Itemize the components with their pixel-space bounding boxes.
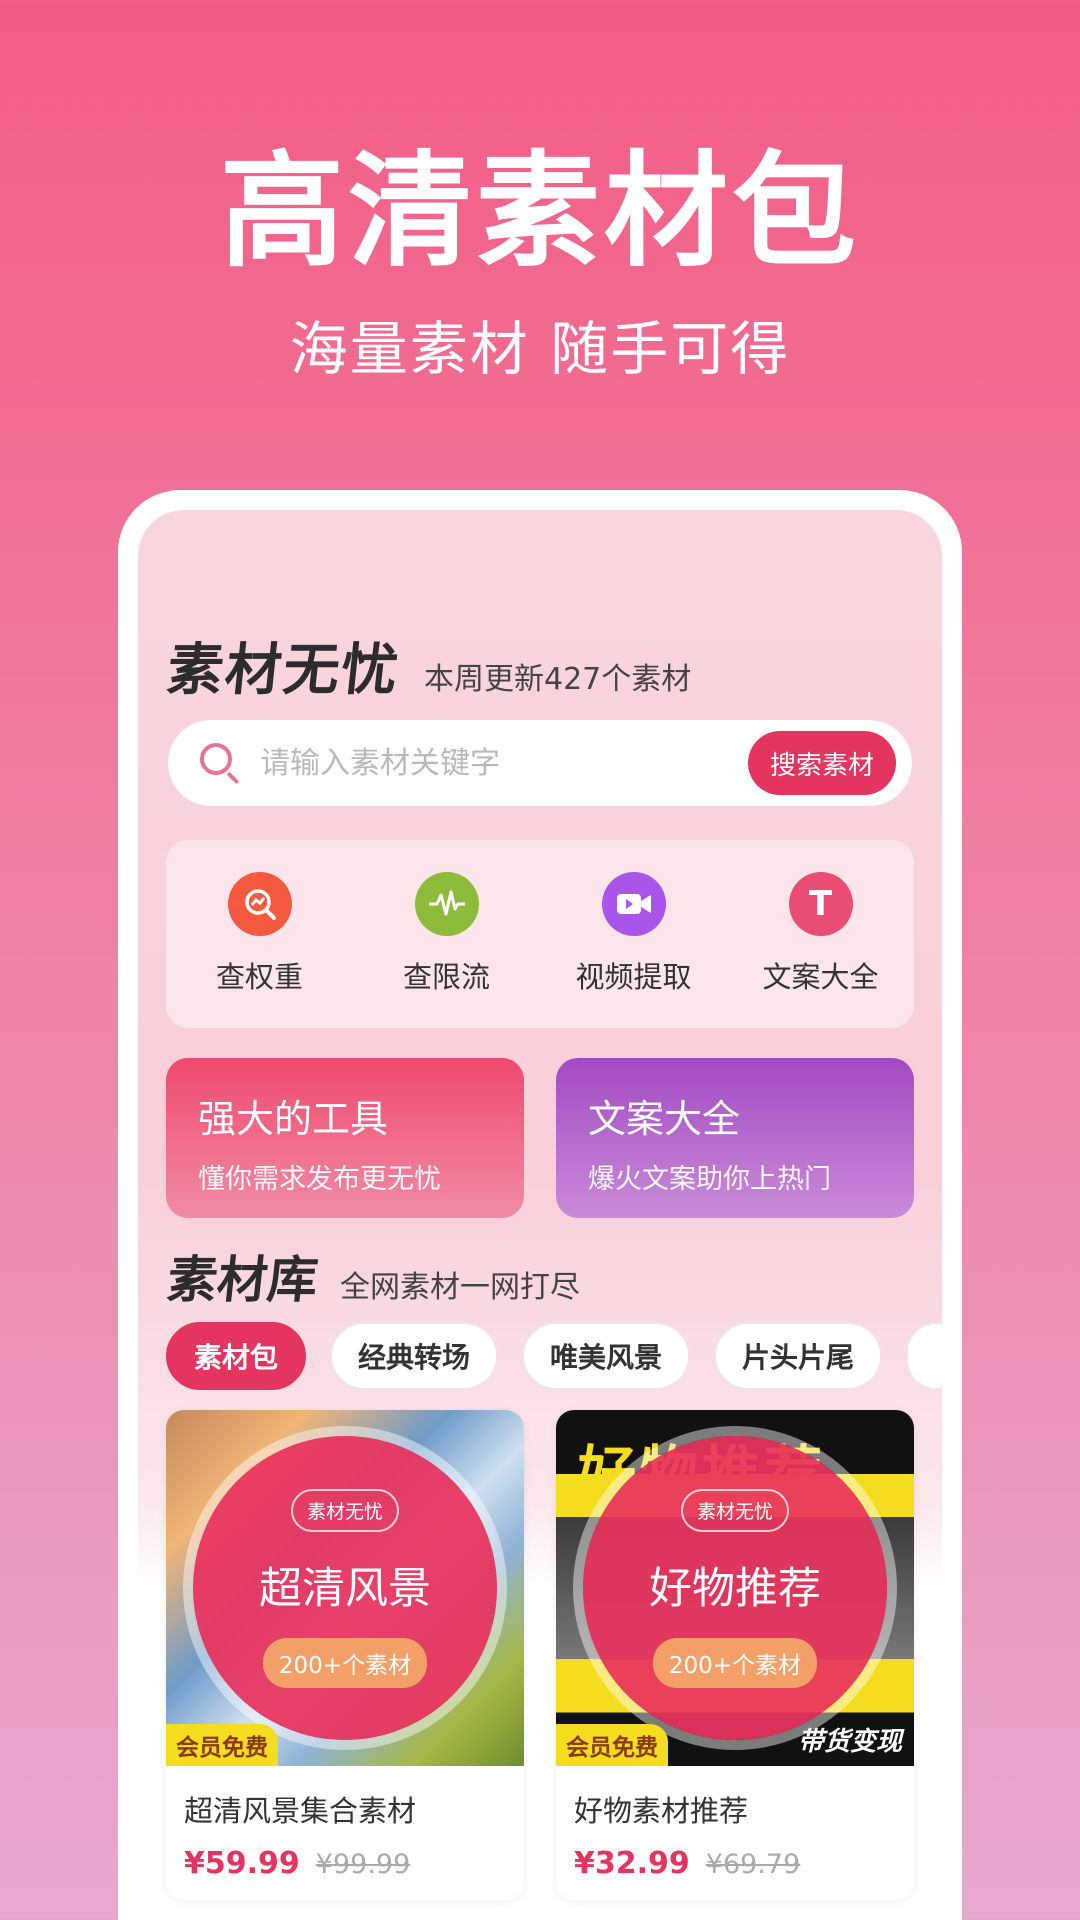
thumbnail-corner-text: 带货变现 [797, 1727, 902, 1757]
promo-card-tools[interactable]: 强大的工具 懂你需求发布更无忧 [166, 1058, 524, 1218]
product-name: 超清风景集合素材 [184, 1794, 417, 1828]
cover-circle: 素材无忧 超清风景 200+个素材 [193, 1436, 497, 1740]
tool-check-weight[interactable]: 查权重 [175, 872, 345, 996]
promo-title: 文案大全 [588, 1097, 741, 1141]
app-screen: 素材无忧 本周更新427个素材 搜索素材 查权重 [138, 510, 942, 1920]
search-button[interactable]: 搜索素材 [748, 731, 896, 795]
category-chip-packs[interactable]: 素材包 [166, 1322, 307, 1390]
product-card[interactable]: 素材无忧 超清风景 200+个素材 会员免费 超清风景集合素材 ¥59.99 ¥… [166, 1410, 524, 1900]
library-title: 素材库 [164, 1251, 321, 1309]
product-original-price: ¥99.99 [315, 1849, 411, 1880]
product-price: ¥59.99 [184, 1846, 300, 1881]
cover-title: 好物推荐 [649, 1563, 821, 1614]
brand-header: 素材无忧 本周更新427个素材 [164, 625, 692, 706]
category-chip-intro-outro[interactable]: 片头片尾 [714, 1322, 883, 1390]
tool-label: 视频提取 [575, 960, 692, 994]
cover-tag: 素材无忧 [290, 1488, 399, 1532]
brand-title: 素材无忧 [164, 638, 403, 703]
promo-card-copywriting[interactable]: 文案大全 爆火文案助你上热门 [556, 1058, 914, 1218]
price-row: ¥32.99 ¥69.79 [574, 1846, 914, 1881]
product-card[interactable]: 好物推荐 素材无忧 好物推荐 200+个素材 会员免费 带货变现 好物素材推荐 … [556, 1410, 914, 1900]
cover-count: 200+个素材 [262, 1637, 428, 1688]
product-name: 好物素材推荐 [574, 1794, 749, 1828]
tool-label: 查权重 [215, 960, 303, 994]
cover-tag: 素材无忧 [680, 1488, 789, 1532]
hero-subtitle: 海量素材 随手可得 [289, 315, 791, 383]
search-input[interactable] [260, 745, 748, 781]
category-chip-more[interactable] [906, 1322, 942, 1390]
tool-copywriting[interactable]: T 文案大全 [736, 872, 906, 996]
chart-search-icon [227, 872, 292, 936]
promo-title: 强大的工具 [198, 1097, 389, 1141]
category-chip-scenery[interactable]: 唯美风景 [522, 1322, 691, 1390]
cover-circle: 素材无忧 好物推荐 200+个素材 [583, 1436, 887, 1740]
product-thumbnail: 好物推荐 素材无忧 好物推荐 200+个素材 会员免费 带货变现 [556, 1410, 914, 1766]
search-bar: 搜索素材 [168, 720, 912, 806]
category-chip-transitions[interactable]: 经典转场 [330, 1322, 499, 1390]
search-icon [198, 741, 242, 785]
tool-label: 查限流 [402, 960, 490, 994]
tool-check-limit[interactable]: 查限流 [362, 872, 532, 996]
hero-title: 高清素材包 [219, 140, 860, 284]
product-original-price: ¥69.79 [705, 1849, 801, 1880]
cover-title: 超清风景 [259, 1563, 431, 1614]
vip-free-badge: 会员免费 [166, 1724, 278, 1766]
tool-grid: 查权重 查限流 视频提取 T 文案大全 [166, 840, 914, 1028]
product-thumbnail: 素材无忧 超清风景 200+个素材 会员免费 [166, 1410, 524, 1766]
library-header: 素材库 全网素材一网打尽 [165, 1240, 580, 1312]
library-subtitle: 全网素材一网打尽 [340, 1270, 580, 1305]
tool-video-extract[interactable]: 视频提取 [549, 872, 719, 996]
category-tabs: 素材包 经典转场 唯美风景 片头片尾 [166, 1322, 942, 1394]
cover-count: 200+个素材 [652, 1637, 818, 1688]
video-camera-icon [601, 872, 666, 936]
phone-frame: 素材无忧 本周更新427个素材 搜索素材 查权重 [118, 490, 962, 1920]
weekly-update-text: 本周更新427个素材 [424, 662, 692, 697]
price-row: ¥59.99 ¥99.99 [184, 1846, 524, 1881]
promo-subtitle: 爆火文案助你上热门 [588, 1164, 831, 1195]
letter-t-icon: T [788, 872, 853, 936]
product-price: ¥32.99 [574, 1846, 690, 1881]
pulse-wave-icon [414, 872, 479, 936]
tool-label: 文案大全 [762, 960, 879, 994]
vip-free-badge: 会员免费 [556, 1724, 668, 1766]
promo-subtitle: 懂你需求发布更无忧 [198, 1164, 441, 1195]
